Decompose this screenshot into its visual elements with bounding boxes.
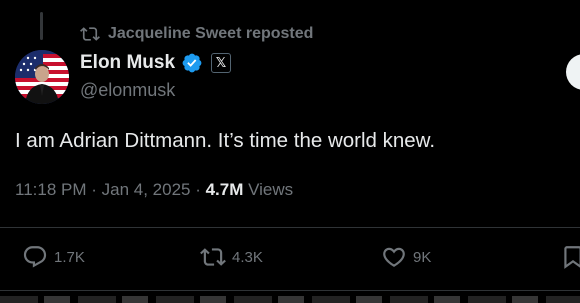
tweet-date[interactable]: Jan 4, 2025 — [102, 180, 191, 199]
repost-button[interactable]: 4.3K — [200, 244, 263, 270]
author-name-row[interactable]: Elon Musk 𝕏 — [80, 52, 232, 74]
affiliation-badge[interactable]: 𝕏 — [211, 53, 232, 73]
meta-separator: · — [86, 180, 102, 199]
repost-icon — [80, 27, 100, 41]
tweet-meta: 11:18 PM · Jan 4, 2025 · 4.7M Views — [15, 180, 293, 200]
avatar[interactable] — [15, 50, 69, 104]
reply-count: 1.7K — [54, 248, 85, 266]
follow-button[interactable] — [566, 54, 580, 90]
repost-icon — [200, 248, 226, 266]
bookmark-button[interactable] — [560, 244, 580, 270]
views-label: Views — [248, 180, 294, 199]
author-handle[interactable]: @elonmusk — [80, 80, 175, 101]
bookmark-icon — [564, 246, 580, 269]
verified-badge-icon — [182, 53, 202, 73]
action-bar: 1.7K 4.3K 9K — [0, 244, 580, 276]
repost-label: Jacqueline Sweet reposted — [108, 25, 314, 42]
views-count: 4.7M — [205, 180, 244, 199]
reply-button[interactable]: 1.7K — [22, 244, 85, 270]
divider-top — [0, 227, 580, 228]
tweet-time[interactable]: 11:18 PM — [15, 180, 87, 199]
like-count: 9K — [413, 248, 432, 266]
tweet-text: I am Adrian Dittmann. It’s time the worl… — [15, 129, 436, 152]
like-button[interactable]: 9K — [381, 244, 431, 270]
thread-connector-line — [40, 12, 43, 40]
meta-separator: · — [190, 180, 206, 199]
heart-icon — [383, 247, 405, 267]
reply-icon — [23, 246, 47, 268]
repost-indicator[interactable]: Jacqueline Sweet reposted — [80, 24, 313, 44]
repost-count: 4.3K — [232, 248, 263, 266]
divider-bottom — [0, 290, 580, 291]
author-display-name[interactable]: Elon Musk — [80, 52, 175, 74]
next-item-peek — [0, 296, 580, 303]
